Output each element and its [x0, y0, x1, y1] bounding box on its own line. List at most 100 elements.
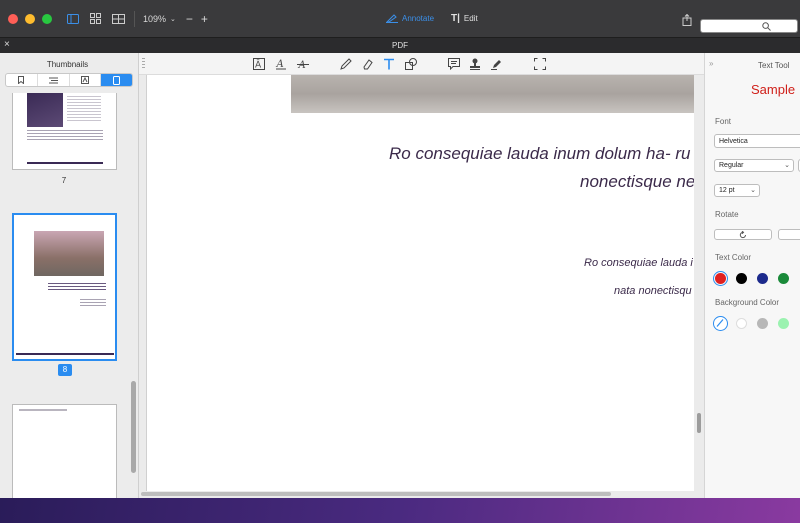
font-family-field[interactable]: Helvetica [714, 134, 800, 148]
document-text-line: nata nonectisqu [614, 285, 692, 297]
rotate-right-button[interactable] [778, 229, 800, 240]
tab-annotations[interactable] [70, 74, 102, 86]
text-tool[interactable] [382, 57, 396, 71]
text-tool-panel: » Text Tool Sample Font Helvetica Regula… [704, 53, 800, 498]
background-color-gray[interactable] [757, 318, 768, 329]
thumbnail-photo [34, 231, 104, 276]
tools-panel-handle[interactable] [142, 58, 145, 70]
zoom-window-button[interactable] [42, 13, 52, 24]
edit-label: Edit [463, 14, 478, 23]
edit-mode-button[interactable]: T| Edit [451, 13, 478, 24]
annotate-pen-icon [386, 14, 398, 23]
font-size-select[interactable]: 12 pt ⌄ [714, 184, 760, 197]
document-viewport[interactable]: Ro consequiae lauda inum dolum ha- ru no… [139, 75, 704, 498]
zoom-in-button[interactable]: + [201, 9, 208, 29]
annotation-tools-bar: Ā A A [139, 53, 704, 75]
annotate-label: Annotate [402, 13, 435, 23]
stamp-icon [470, 58, 480, 70]
tab-title[interactable]: PDF [392, 41, 408, 50]
sample-text-preview: Sample [751, 82, 796, 97]
main-toolbar: 109% ⌄ − + Annotate T| Edit [0, 0, 800, 38]
minimize-window-button[interactable] [25, 13, 35, 24]
text-color-red[interactable] [715, 273, 726, 284]
strikethrough-tool[interactable]: A [296, 57, 310, 71]
annotate-mode-button[interactable]: Annotate [386, 13, 434, 23]
background-color-none[interactable] [713, 316, 728, 331]
thumbnail-footer-bar [16, 353, 114, 355]
page-photo [291, 75, 694, 113]
text-color-green[interactable] [778, 273, 789, 284]
stamp-tool[interactable] [468, 57, 482, 71]
horizontal-scrollbar[interactable] [141, 492, 611, 496]
thumbnail-footer-bar [27, 162, 103, 164]
sidebar-title: Thumbnails [46, 60, 89, 69]
text-color-navy[interactable] [757, 273, 768, 284]
area-select-tool[interactable] [533, 57, 547, 71]
signature-pen-icon [491, 60, 501, 70]
page-icon [113, 75, 121, 85]
close-tab-button[interactable]: × [4, 39, 10, 50]
rotate-icon [739, 230, 746, 238]
eraser-tool[interactable] [361, 57, 375, 71]
underline-icon: A [276, 59, 286, 70]
svg-text:Ā: Ā [255, 60, 262, 71]
svg-text:A: A [276, 59, 284, 70]
comment-icon [448, 58, 460, 70]
close-window-button[interactable] [8, 13, 18, 24]
font-style-select[interactable]: Regular ⌄ [714, 159, 794, 172]
vertical-scrollbar[interactable] [697, 413, 701, 433]
window-controls [8, 13, 52, 24]
shapes-icon [405, 58, 417, 70]
tab-bookmarks[interactable] [6, 74, 38, 86]
tab-thumbnails[interactable] [101, 74, 132, 86]
zoom-out-button[interactable]: − [186, 9, 193, 29]
thumbnail-photo [27, 93, 63, 127]
signature-tool[interactable] [490, 57, 504, 71]
thumbnail-page-7[interactable] [12, 93, 117, 170]
text-color-black[interactable] [736, 273, 747, 284]
thumbnail-text-lines [67, 96, 101, 122]
search-input[interactable] [700, 19, 798, 33]
toolbar-separator [134, 10, 135, 27]
zoom-dropdown[interactable]: 109% ⌄ [143, 9, 176, 29]
sidebar-toggle-button[interactable] [66, 9, 80, 29]
thumbnail-page-8[interactable] [12, 213, 117, 361]
bookmark-icon [18, 76, 25, 84]
comment-tool[interactable] [447, 57, 461, 71]
underline-tool[interactable]: A [274, 57, 288, 71]
rotate-label: Rotate [715, 210, 739, 219]
font-label: Font [715, 117, 732, 126]
eraser-icon [363, 59, 373, 70]
annotation-icon [80, 76, 89, 84]
thumbnail-text-lines [80, 299, 106, 307]
crop-select-icon [534, 58, 546, 70]
layout-icon [111, 13, 125, 24]
thumbnail-text-lines [27, 130, 103, 142]
highlight-icon: Ā [253, 58, 265, 70]
pencil-tool[interactable] [339, 57, 353, 71]
tab-outline[interactable] [38, 74, 70, 86]
shapes-tool[interactable] [404, 57, 418, 71]
background-color-mint[interactable] [778, 318, 789, 329]
sidebar-tabs [5, 73, 133, 87]
highlight-text-tool[interactable]: Ā [252, 57, 266, 71]
search-icon [762, 22, 771, 31]
collapse-panel-icon[interactable]: » [709, 59, 713, 68]
no-color-slash-icon [716, 319, 724, 327]
text-color-label: Text Color [715, 253, 752, 262]
chevron-down-icon: ⌄ [784, 162, 790, 169]
grid-view-button[interactable] [88, 9, 102, 29]
sidebar-icon [67, 13, 79, 24]
page-number-8: 8 [58, 364, 72, 376]
sidebar-scrollbar[interactable] [131, 381, 136, 473]
thumbnail-page-9[interactable] [12, 404, 117, 498]
share-button[interactable] [681, 10, 693, 30]
zoom-value: 109% [143, 13, 167, 24]
background-color-white[interactable] [736, 318, 747, 329]
layout-button[interactable] [110, 9, 126, 29]
chevron-down-icon: ⌄ [750, 187, 756, 194]
thumbnails-sidebar: Thumbnails 7 8 [0, 53, 139, 498]
rotate-left-button[interactable] [714, 229, 772, 240]
edit-text-icon: T| [451, 13, 460, 24]
thumbnail-text-lines [19, 409, 67, 411]
